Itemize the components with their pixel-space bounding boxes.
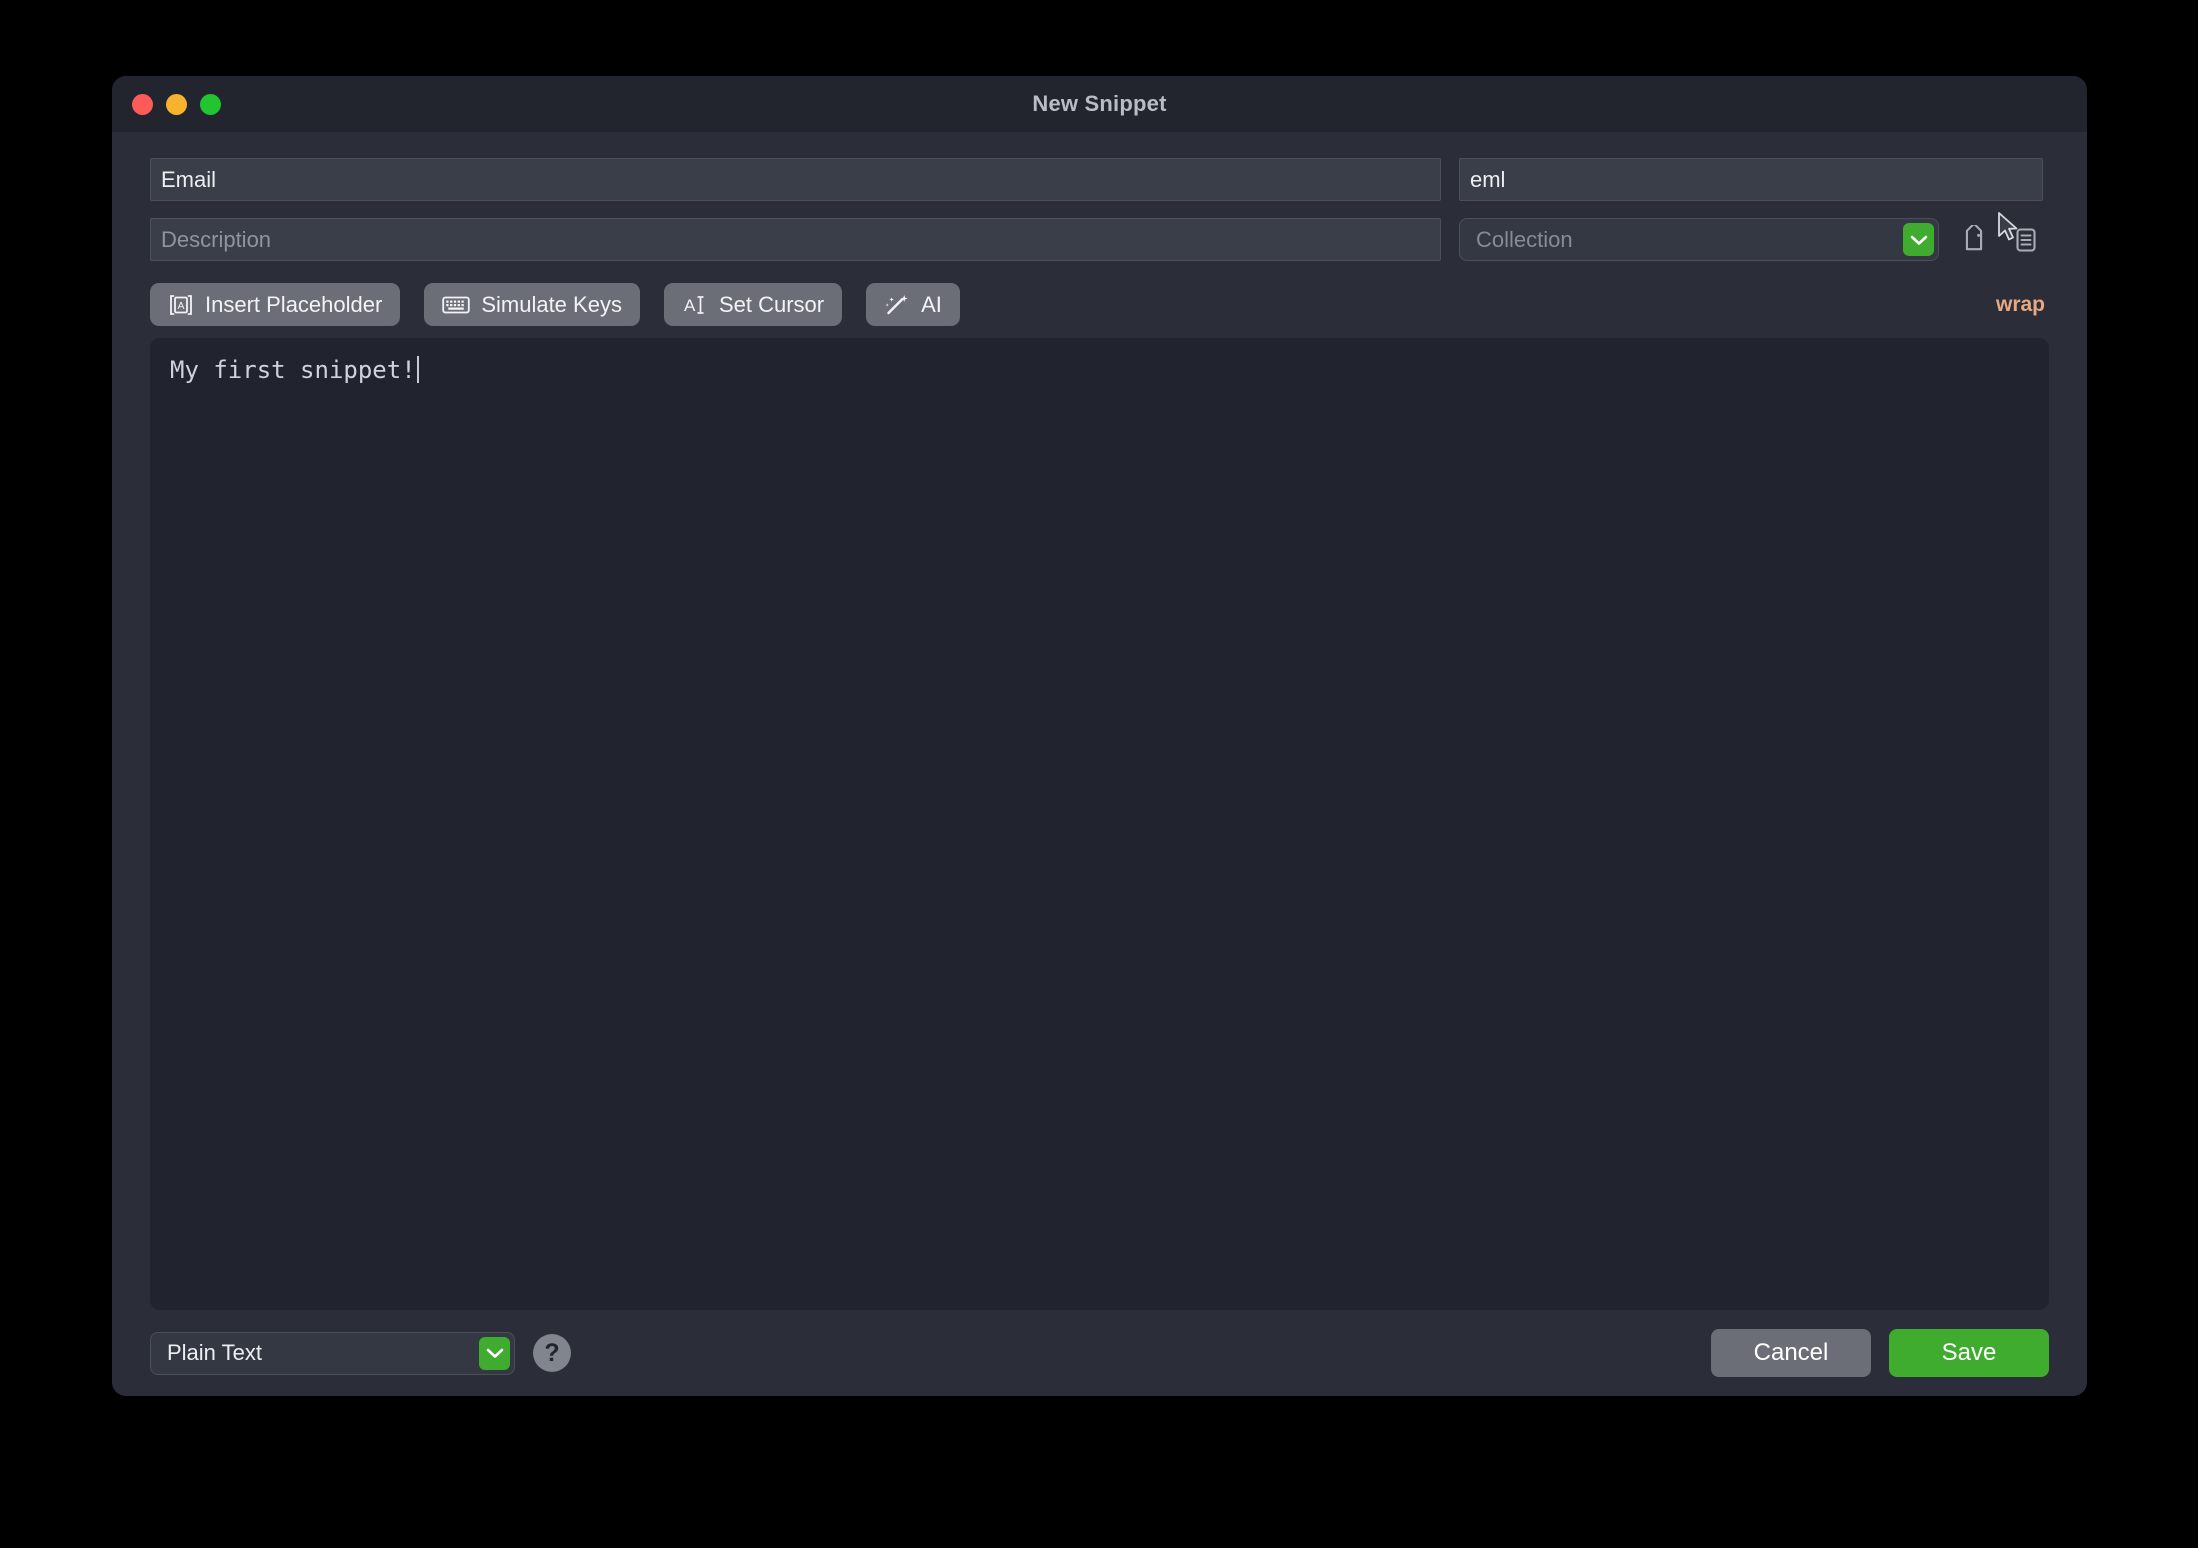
text-caret	[416, 356, 419, 383]
name-row	[150, 158, 2049, 201]
help-button[interactable]: ?	[533, 1334, 571, 1372]
ai-button[interactable]: AI	[866, 283, 960, 326]
tag-icon[interactable]	[1957, 223, 1991, 257]
snippet-content-editor[interactable]: My first snippet!	[150, 338, 2049, 1310]
set-cursor-button[interactable]: A Set Cursor	[663, 283, 843, 326]
format-dropdown[interactable]: Plain Text	[150, 1331, 515, 1375]
document-list-icon[interactable]	[1998, 211, 2043, 257]
magic-wand-icon	[884, 293, 910, 317]
window-title: New Snippet	[1032, 91, 1167, 116]
simulate-keys-label: Simulate Keys	[481, 291, 622, 317]
new-snippet-window: New Snippet Collection	[112, 76, 2087, 1396]
simulate-keys-button[interactable]: Simulate Keys	[424, 283, 640, 326]
format-value: Plain Text	[167, 1340, 262, 1365]
snippet-content-text: My first snippet!	[170, 356, 416, 384]
placeholder-a-icon: A	[168, 294, 194, 316]
traffic-light-group	[132, 76, 221, 132]
chevron-down-icon[interactable]	[479, 1336, 510, 1370]
svg-text:A: A	[177, 300, 184, 312]
collection-value: Collection	[1476, 226, 1573, 252]
collection-dropdown[interactable]: Collection	[1459, 218, 1939, 261]
desktop-background: New Snippet Collection	[0, 0, 2198, 1548]
minimize-window-button[interactable]	[166, 93, 187, 115]
window-footer: Plain Text ? Cancel Save	[112, 1310, 2087, 1396]
description-row: Collection	[150, 211, 2049, 261]
insert-placeholder-button[interactable]: A Insert Placeholder	[150, 283, 401, 326]
snippet-description-input[interactable]	[150, 218, 1441, 261]
svg-text:A: A	[684, 296, 696, 315]
close-window-button[interactable]	[132, 93, 153, 115]
wrap-toggle-label[interactable]: wrap	[1996, 293, 2049, 317]
text-cursor-icon: A	[682, 293, 708, 317]
set-cursor-label: Set Cursor	[718, 291, 825, 317]
keyboard-icon	[442, 295, 471, 315]
save-button[interactable]: Save	[1889, 1329, 2049, 1377]
cancel-button[interactable]: Cancel	[1711, 1329, 1871, 1377]
ai-label: AI	[921, 291, 942, 317]
window-titlebar: New Snippet	[112, 76, 2087, 132]
window-body: Collection	[112, 132, 2087, 1310]
snippet-abbreviation-input[interactable]	[1459, 158, 2043, 201]
maximize-window-button[interactable]	[200, 93, 221, 115]
insert-placeholder-label: Insert Placeholder	[205, 291, 383, 317]
editor-toolbar: A Insert Placeholder Simulate Keys A Set…	[150, 283, 2049, 326]
snippet-name-input[interactable]	[150, 158, 1441, 201]
chevron-down-icon[interactable]	[1903, 223, 1934, 256]
